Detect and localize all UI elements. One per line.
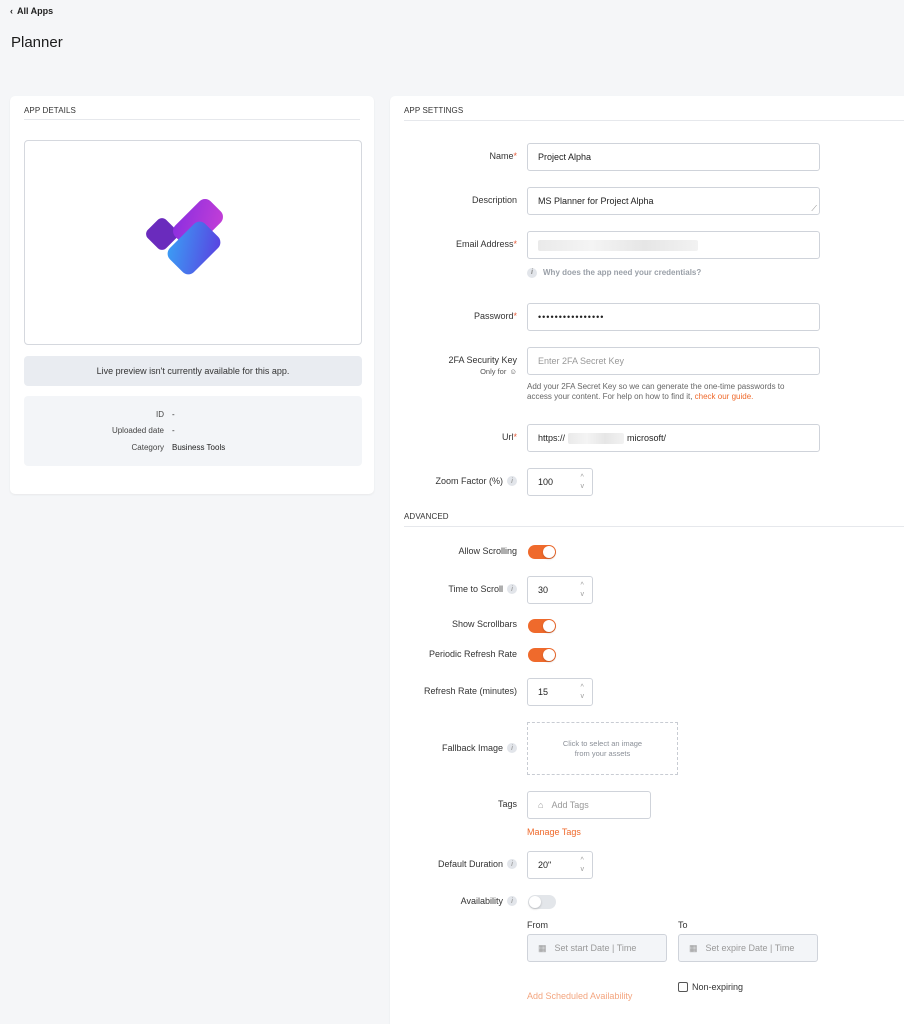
meta-value: -: [172, 410, 175, 419]
periodic-refresh-label: Periodic Refresh Rate: [428, 649, 517, 659]
time-to-scroll-label: Time to Scroll i: [448, 584, 517, 594]
start-date-input[interactable]: ▦ Set start Date | Time: [527, 934, 667, 962]
meta-value: Business Tools: [172, 443, 226, 452]
stepper-arrows-icon[interactable]: ^ v: [581, 581, 585, 599]
app-settings-section-title: APP SETTINGS: [404, 106, 904, 121]
password-input[interactable]: ••••••••••••••••: [527, 303, 820, 331]
periodic-refresh-toggle[interactable]: [528, 648, 556, 662]
redacted-email: [538, 240, 698, 251]
from-label: From: [527, 920, 548, 930]
resize-handle-icon: ⟋: [811, 204, 817, 213]
stepper-arrows-icon[interactable]: ^ v: [581, 856, 585, 874]
availability-toggle[interactable]: [528, 895, 556, 909]
twofa-input[interactable]: Enter 2FA Secret Key: [527, 347, 820, 375]
info-icon[interactable]: i: [507, 476, 517, 486]
non-expiring-option[interactable]: Non-expiring: [678, 982, 743, 992]
manage-tags-link[interactable]: Manage Tags: [527, 827, 581, 837]
credentials-help[interactable]: i Why does the app need your credentials…: [527, 268, 701, 278]
app-settings-card: APP SETTINGS Name* Project Alpha Descrip…: [390, 96, 904, 1024]
default-duration-stepper[interactable]: 20" ^ v: [527, 851, 593, 879]
twofa-label: 2FA Security Key Only for ☺: [448, 355, 517, 376]
guide-link[interactable]: check our guide.: [695, 392, 754, 401]
calendar-icon: ▦: [689, 942, 698, 953]
back-link-label: All Apps: [17, 6, 54, 16]
info-icon[interactable]: i: [507, 896, 517, 906]
show-scrollbars-toggle[interactable]: [528, 619, 556, 633]
fallback-image-upload[interactable]: Click to select an image from your asset…: [527, 722, 678, 775]
preview-notice: Live preview isn't currently available f…: [24, 356, 362, 386]
description-value: MS Planner for Project Alpha: [538, 196, 654, 206]
info-icon: i: [527, 268, 537, 278]
stepper-arrows-icon[interactable]: ^ v: [581, 683, 585, 701]
twofa-help: Add your 2FA Secret Key so we can genera…: [527, 382, 785, 401]
non-expiring-label: Non-expiring: [692, 982, 744, 992]
app-details-section-title: APP DETAILS: [24, 106, 360, 120]
url-suffix: microsoft/: [627, 433, 667, 443]
description-input[interactable]: MS Planner for Project Alpha ⟋: [527, 187, 820, 215]
fallback-image-label: Fallback Image i: [442, 743, 517, 753]
chevron-left-icon: ‹: [10, 6, 13, 16]
stepper-arrows-icon[interactable]: ^ v: [581, 473, 585, 491]
add-scheduled-availability-link[interactable]: Add Scheduled Availability: [527, 991, 632, 1001]
password-label: Password*: [473, 311, 517, 321]
url-input[interactable]: https:// microsoft/: [527, 424, 820, 452]
meta-key: Category: [131, 443, 164, 452]
refresh-rate-stepper[interactable]: 15 ^ v: [527, 678, 593, 706]
zoom-stepper[interactable]: 100 ^ v: [527, 468, 593, 496]
tags-label: Tags: [497, 799, 517, 809]
allow-scrolling-toggle[interactable]: [528, 545, 556, 559]
info-icon[interactable]: i: [507, 743, 517, 753]
calendar-icon: ▦: [538, 942, 547, 953]
availability-label: Availability i: [461, 896, 517, 906]
robot-icon: ☺: [509, 367, 517, 376]
redacted-url: [568, 432, 625, 444]
back-link[interactable]: ‹ All Apps: [10, 6, 53, 16]
app-details-card: APP DETAILS Live preview isn't currently…: [10, 96, 374, 494]
tag-icon: ⌂: [538, 800, 544, 810]
zoom-label: Zoom Factor (%) i: [435, 476, 517, 486]
tags-input[interactable]: ⌂ Add Tags: [527, 791, 651, 819]
planner-logo-icon: [146, 199, 223, 275]
name-label: Name*: [489, 151, 517, 161]
time-to-scroll-stepper[interactable]: 30 ^ v: [527, 576, 593, 604]
zoom-value: 100: [538, 477, 554, 487]
email-input[interactable]: [527, 231, 820, 259]
non-expiring-checkbox[interactable]: [678, 982, 688, 992]
email-label: Email Address*: [455, 239, 517, 249]
page-title: Planner: [11, 34, 63, 51]
description-label: Description: [471, 195, 517, 205]
url-prefix: https://: [538, 433, 566, 443]
meta-key: ID: [156, 410, 164, 419]
advanced-section-title: ADVANCED: [404, 512, 904, 527]
default-duration-label: Default Duration i: [438, 859, 517, 869]
default-duration-value: 20": [538, 860, 552, 870]
meta-value: -: [172, 426, 175, 435]
to-label: To: [678, 920, 688, 930]
show-scrollbars-label: Show Scrollbars: [451, 619, 517, 629]
url-label: Url*: [501, 432, 517, 442]
name-input[interactable]: Project Alpha: [527, 143, 820, 171]
expire-date-input[interactable]: ▦ Set expire Date | Time: [678, 934, 818, 962]
time-to-scroll-value: 30: [538, 585, 549, 595]
app-preview: [24, 140, 362, 345]
info-icon[interactable]: i: [507, 584, 517, 594]
meta-key: Uploaded date: [111, 426, 164, 435]
app-meta: ID - Uploaded date - Category Business T…: [24, 396, 362, 466]
refresh-rate-value: 15: [538, 687, 549, 697]
allow-scrolling-label: Allow Scrolling: [458, 546, 517, 556]
refresh-rate-label: Refresh Rate (minutes): [423, 686, 517, 696]
info-icon[interactable]: i: [507, 859, 517, 869]
